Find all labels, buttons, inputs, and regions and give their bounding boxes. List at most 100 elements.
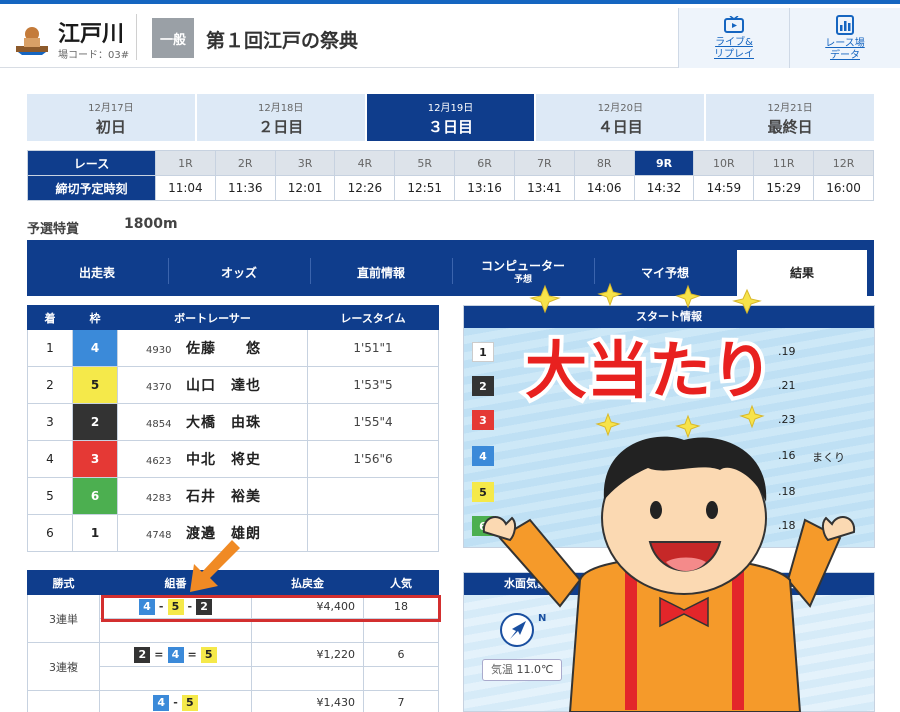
venue-code: 場コード：03#	[58, 50, 130, 61]
start-timing: .18	[778, 519, 796, 532]
popularity: 7	[363, 690, 439, 712]
race-selector-table: レース 1R 2R 3R 4R 5R 6R 7R 8R 9R 10R 11R 1…	[27, 150, 874, 201]
table-row: 5 6 4283 石井 裕美	[27, 477, 439, 515]
racer-name: 中北 将史	[186, 452, 261, 468]
lane-number: 4	[472, 446, 494, 466]
lane-5: 5	[470, 480, 496, 504]
deadline-time: 15:29	[753, 175, 815, 201]
race-11r[interactable]: 11R	[753, 150, 815, 176]
bet-type	[27, 690, 100, 712]
venue-data-button[interactable]: レース場 データ	[789, 8, 900, 68]
col-rank: 着	[27, 305, 73, 330]
race-9r[interactable]: 9R	[633, 150, 695, 176]
racer-cell[interactable]: 4854 大橋 由珠	[117, 403, 308, 441]
temperature-value: 11.0℃	[516, 663, 554, 676]
lane-number: 5	[472, 482, 494, 502]
race-5r[interactable]: 5R	[394, 150, 456, 176]
tab-entry-list[interactable]: 出走表	[27, 250, 167, 296]
race-time: 1'51"1	[307, 329, 439, 367]
racer-cell[interactable]: 4370 山口 達也	[117, 366, 308, 404]
start-timing: .21	[778, 379, 796, 392]
frame-number: 3	[72, 440, 118, 478]
bet-type: 3連単	[27, 594, 100, 643]
race-8r[interactable]: 8R	[573, 150, 635, 176]
racer-reg: 4623	[146, 456, 172, 467]
wind-direction-arrow-icon	[510, 621, 526, 639]
racer-name: 大橋 由珠	[186, 415, 261, 431]
tab-my-prediction[interactable]: マイ予想	[595, 250, 735, 296]
empty-cell	[251, 666, 364, 691]
combo-sep: =	[187, 647, 197, 661]
live-replay-button[interactable]: ライブ& リプレイ	[678, 8, 789, 68]
race-6r[interactable]: 6R	[454, 150, 515, 176]
racer-cell[interactable]: 4623 中北 将史	[117, 440, 308, 478]
combo-boat: 2	[134, 646, 151, 663]
venue-data-label-1: レース場	[825, 37, 865, 49]
day-tab-1[interactable]: 12月17日 初日	[27, 94, 195, 141]
lane-2: 2	[470, 374, 496, 398]
empty-cell	[99, 618, 252, 643]
combo-boat: 4	[153, 694, 170, 711]
lane-1: 1	[470, 340, 496, 364]
tab-pre-race-info[interactable]: 直前情報	[311, 250, 451, 296]
start-timing: .18	[778, 485, 796, 498]
temperature-box: 気温 11.0℃	[482, 659, 563, 681]
col-frame: 枠	[72, 305, 118, 330]
results-table: 着 枠 ボートレーサー レースタイム 1 4 4930 佐藤 悠 1'51"1 2…	[27, 305, 439, 552]
race-name: 予選特賞	[27, 222, 80, 237]
racer-cell[interactable]: 4930 佐藤 悠	[117, 329, 308, 367]
bet-type: 3連複	[27, 642, 100, 691]
table-row: 2 5 4370 山口 達也 1'53"5	[27, 366, 439, 404]
deadline-time: 14:59	[693, 175, 755, 201]
col-time: レースタイム	[307, 305, 439, 330]
winning-move: まくり	[812, 451, 845, 464]
racer-name: 石井 裕美	[186, 489, 261, 505]
grade-badge: 一般	[152, 18, 194, 58]
tv-icon	[724, 15, 744, 33]
day-label: ４日目	[597, 117, 643, 136]
race-1r[interactable]: 1R	[155, 150, 216, 176]
racer-name: 山口 達也	[186, 378, 261, 394]
payout-amount: ¥1,430	[251, 690, 364, 712]
tab-results[interactable]: 結果	[737, 250, 867, 296]
race-7r[interactable]: 7R	[513, 150, 575, 176]
tab-computer-prediction[interactable]: コンピューター 予想	[453, 250, 593, 296]
racer-reg: 4283	[146, 493, 172, 504]
combo-sep: =	[154, 647, 164, 661]
race-10r[interactable]: 10R	[693, 150, 755, 176]
header-divider	[136, 14, 137, 60]
compass-north: N	[538, 613, 547, 624]
race-3r[interactable]: 3R	[274, 150, 336, 176]
tab-odds[interactable]: オッズ	[169, 250, 309, 296]
race-12r[interactable]: 12R	[813, 150, 874, 176]
frame-number: 2	[72, 403, 118, 441]
tab-label: 出走表	[78, 266, 115, 280]
weather-title: 水面気象情報	[504, 577, 570, 590]
col-payout: 払戻金	[251, 570, 364, 595]
start-info-title: スタート情報	[464, 306, 874, 328]
deadline-time: 11:36	[214, 175, 276, 201]
temperature-label: 気温	[491, 663, 513, 676]
race-distance: 1800m	[124, 216, 178, 232]
race-4r[interactable]: 4R	[334, 150, 396, 176]
day-tab-5[interactable]: 12月21日 最終日	[706, 94, 874, 141]
day-tab-4[interactable]: 12月20日 ４日目	[536, 94, 705, 141]
lane-6: 6	[470, 514, 496, 538]
day-label: 初日	[95, 117, 126, 136]
racer-cell[interactable]: 4283 石井 裕美	[117, 477, 308, 515]
combo-boat: 5	[181, 694, 198, 711]
col-racer: ボートレーサー	[117, 305, 308, 330]
start-info-panel: スタート情報 1 .19 2 .21 3 .23 4 .16 まくり 5 .18…	[463, 305, 875, 548]
weather-water	[464, 595, 874, 711]
racer-reg: 4370	[146, 382, 172, 393]
table-row: 1 4 4930 佐藤 悠 1'51"1	[27, 329, 439, 367]
race-2r[interactable]: 2R	[214, 150, 276, 176]
day-tab-3[interactable]: 12月19日 ３日目	[366, 94, 535, 141]
tab-label: 結果	[789, 266, 814, 280]
day-tab-2[interactable]: 12月18日 ２日目	[196, 94, 365, 141]
venue-data-label-2: データ	[830, 49, 860, 61]
lane-number: 6	[472, 516, 494, 536]
tab-label: オッズ	[220, 266, 257, 280]
deadline-time: 12:26	[334, 175, 396, 201]
deadline-time: 13:41	[513, 175, 575, 201]
